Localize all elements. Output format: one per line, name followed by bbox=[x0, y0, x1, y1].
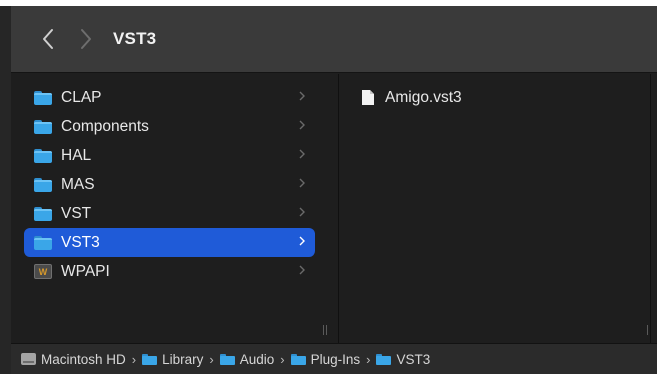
column-browser: CLAP Components HAL MAS VST VST3 W WPAPI… bbox=[11, 74, 657, 343]
folder-label: CLAP bbox=[61, 88, 102, 106]
folder-icon bbox=[376, 353, 392, 365]
file-row-amigo[interactable]: Amigo.vst3 bbox=[350, 83, 640, 112]
crumb-audio[interactable]: Audio bbox=[219, 351, 275, 367]
crumb-label: Library bbox=[162, 351, 204, 367]
chevron-right-icon bbox=[299, 178, 305, 188]
toolbar: VST3 bbox=[11, 6, 657, 73]
folder-icon bbox=[34, 206, 52, 221]
column-parent[interactable]: CLAP Components HAL MAS VST VST3 W WPAPI bbox=[11, 74, 339, 343]
crumb-vst3[interactable]: VST3 bbox=[376, 352, 430, 367]
column-empty bbox=[652, 74, 657, 343]
crumb-library[interactable]: Library bbox=[142, 352, 203, 367]
folder-label: VST3 bbox=[61, 233, 100, 251]
crumb-macintosh-hd[interactable]: Macintosh HD bbox=[21, 352, 126, 367]
folder-label: WPAPI bbox=[61, 262, 110, 280]
chevron-right-icon bbox=[299, 207, 305, 217]
folder-icon bbox=[34, 90, 52, 105]
folder-label: HAL bbox=[61, 146, 92, 164]
crumb-label: Macintosh HD bbox=[41, 351, 126, 367]
folder-icon bbox=[34, 235, 52, 250]
path-bar: Macintosh HD › Library › Audio › Plug-In… bbox=[11, 343, 657, 374]
hard-drive-icon bbox=[21, 353, 36, 365]
folder-icon bbox=[219, 353, 235, 365]
folder-icon bbox=[290, 353, 306, 365]
folder-icon bbox=[34, 148, 52, 163]
column-resize-handle[interactable] bbox=[647, 325, 648, 335]
crumb-label: Plug-Ins bbox=[310, 351, 361, 367]
chevron-left-icon bbox=[43, 29, 53, 49]
folder-row-clap[interactable]: CLAP bbox=[24, 83, 315, 112]
folder-label: MAS bbox=[61, 175, 95, 193]
separator-chevron: › bbox=[366, 351, 371, 367]
forward-button[interactable] bbox=[69, 19, 103, 59]
crumb-label: Audio bbox=[239, 351, 275, 367]
folder-icon bbox=[34, 119, 52, 134]
file-label: Amigo.vst3 bbox=[385, 88, 462, 106]
chevron-right-icon bbox=[299, 149, 305, 159]
folder-row-vst[interactable]: VST bbox=[24, 199, 315, 228]
folder-icon bbox=[142, 353, 158, 365]
folder-row-hal[interactable]: HAL bbox=[24, 141, 315, 170]
column-resize-handle[interactable] bbox=[326, 325, 327, 335]
document-icon bbox=[362, 90, 374, 105]
window-edge bbox=[0, 6, 11, 374]
column-resize-handle[interactable] bbox=[323, 325, 324, 335]
folder-list: CLAP Components HAL MAS VST VST3 W WPAPI bbox=[11, 74, 338, 286]
separator-chevron: › bbox=[131, 351, 137, 367]
separator-chevron: › bbox=[280, 351, 285, 367]
folder-label: Components bbox=[61, 117, 149, 135]
wpapi-icon: W bbox=[34, 264, 52, 279]
chevron-right-icon bbox=[299, 265, 305, 275]
separator-chevron: › bbox=[209, 351, 214, 367]
crumb-plug-ins[interactable]: Plug-Ins bbox=[290, 351, 361, 367]
folder-icon bbox=[34, 177, 52, 192]
crumb-label: VST3 bbox=[396, 351, 431, 367]
chevron-right-icon bbox=[299, 120, 305, 130]
folder-row-mas[interactable]: MAS bbox=[24, 170, 315, 199]
window-title: VST3 bbox=[113, 29, 157, 48]
folder-row-wpapi[interactable]: W WPAPI bbox=[24, 257, 315, 286]
chevron-right-icon bbox=[81, 29, 91, 49]
chevron-right-icon bbox=[299, 91, 305, 101]
back-button[interactable] bbox=[31, 19, 65, 59]
folder-label: VST bbox=[61, 204, 92, 222]
chevron-right-icon bbox=[299, 236, 305, 246]
column-contents[interactable]: Amigo.vst3 bbox=[340, 74, 651, 343]
folder-row-components[interactable]: Components bbox=[24, 112, 315, 141]
folder-row-vst3[interactable]: VST3 bbox=[24, 228, 315, 257]
